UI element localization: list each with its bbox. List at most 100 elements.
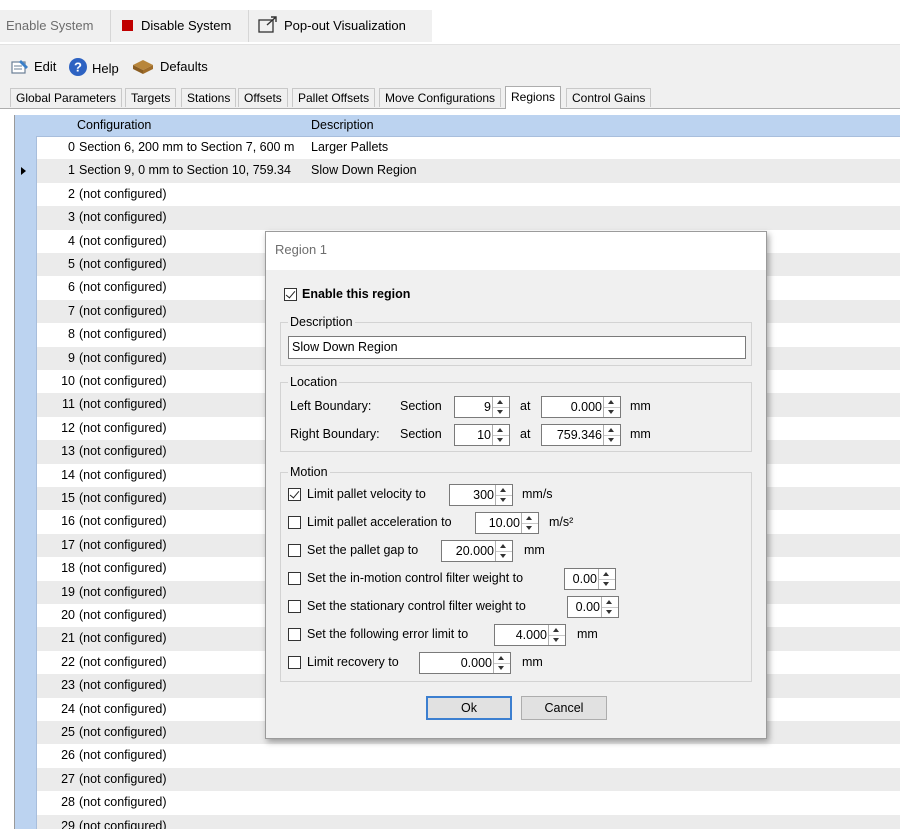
table-row[interactable]: 0 Section 6, 200 mm to Section 7, 600 m La… xyxy=(15,136,900,160)
velocity-stepper[interactable]: 300 xyxy=(449,484,513,506)
configuration-cell[interactable]: 11 (not configured) xyxy=(37,393,299,416)
in-motion-filter-stepper[interactable]: 0.00 xyxy=(564,568,616,590)
limit-acceleration-checkbox[interactable] xyxy=(288,516,301,529)
edit-button[interactable]: Edit xyxy=(10,57,56,77)
down-arrow-icon[interactable] xyxy=(493,435,509,445)
cancel-button[interactable]: Cancel xyxy=(521,696,607,720)
row-header[interactable] xyxy=(15,487,37,511)
table-row[interactable]: 3 (not configured) xyxy=(15,206,900,230)
popout-visualization-button[interactable]: Pop-out Visualization xyxy=(258,10,406,42)
pallet-gap-stepper[interactable]: 20.000 xyxy=(441,540,513,562)
left-position-stepper[interactable]: 0.000 xyxy=(541,396,621,418)
row-header[interactable] xyxy=(15,580,37,604)
description-cell[interactable]: Larger Pallets xyxy=(311,136,388,159)
down-arrow-icon[interactable] xyxy=(494,663,510,673)
right-section-stepper[interactable]: 10 xyxy=(454,424,510,446)
configuration-cell[interactable]: 7 (not configured) xyxy=(37,300,299,323)
description-cell[interactable]: Slow Down Region xyxy=(311,159,417,182)
table-row[interactable]: 29 (not configured) xyxy=(15,814,900,829)
stepper-buttons[interactable] xyxy=(492,397,509,417)
row-header[interactable] xyxy=(15,744,37,768)
configuration-cell[interactable]: 19 (not configured) xyxy=(37,581,299,604)
down-arrow-icon[interactable] xyxy=(604,407,620,417)
down-arrow-icon[interactable] xyxy=(496,551,512,561)
row-header[interactable] xyxy=(15,416,37,441)
row-header[interactable] xyxy=(15,159,37,183)
following-error-stepper[interactable]: 4.000 xyxy=(494,624,566,646)
down-arrow-icon[interactable] xyxy=(496,495,512,505)
limit-recovery-checkbox[interactable] xyxy=(288,656,301,669)
tab-move-configurations[interactable]: Move Configurations xyxy=(379,88,502,107)
down-arrow-icon[interactable] xyxy=(604,435,620,445)
table-row[interactable]: 27 (not configured) xyxy=(15,767,900,792)
tab-global-parameters[interactable]: Global Parameters xyxy=(10,88,123,107)
configuration-cell[interactable]: 23 (not configured) xyxy=(37,674,299,697)
tab-control-gains[interactable]: Control Gains xyxy=(566,88,652,107)
pallet-gap-checkbox[interactable] xyxy=(288,544,301,557)
down-arrow-icon[interactable] xyxy=(549,635,565,645)
stepper-buttons[interactable] xyxy=(548,625,565,645)
configuration-cell[interactable]: 3 (not configured) xyxy=(37,206,299,229)
configuration-cell[interactable]: 25 (not configured) xyxy=(37,721,299,744)
stepper-buttons[interactable] xyxy=(495,485,512,505)
configuration-cell[interactable]: 12 (not configured) xyxy=(37,417,299,440)
stepper-buttons[interactable] xyxy=(492,425,509,445)
column-header-description[interactable]: Description xyxy=(311,115,374,136)
enable-region-checkbox[interactable] xyxy=(284,288,297,301)
row-header[interactable] xyxy=(15,650,37,675)
configuration-cell[interactable]: 15 (not configured) xyxy=(37,487,299,510)
configuration-cell[interactable]: 2 (not configured) xyxy=(37,183,299,206)
stepper-buttons[interactable] xyxy=(598,569,615,589)
row-header[interactable] xyxy=(15,627,37,651)
column-header-configuration[interactable]: Configuration xyxy=(77,115,151,136)
row-header[interactable] xyxy=(15,253,37,277)
table-row[interactable]: 2 (not configured) xyxy=(15,182,900,207)
configuration-cell[interactable]: 26 (not configured) xyxy=(37,744,299,767)
table-row[interactable]: 26 (not configured) xyxy=(15,744,900,768)
row-header[interactable] xyxy=(15,697,37,721)
tab-targets[interactable]: Targets xyxy=(125,88,177,107)
row-header[interactable] xyxy=(15,791,37,815)
acceleration-stepper[interactable]: 10.00 xyxy=(475,512,539,534)
stepper-buttons[interactable] xyxy=(601,597,618,617)
row-header[interactable] xyxy=(15,323,37,347)
configuration-cell[interactable]: 20 (not configured) xyxy=(37,604,299,627)
configuration-cell[interactable]: 4 (not configured) xyxy=(37,230,299,253)
tab-pallet-offsets[interactable]: Pallet Offsets xyxy=(292,88,376,107)
row-header[interactable] xyxy=(15,136,37,160)
configuration-cell[interactable]: 8 (not configured) xyxy=(37,323,299,346)
row-header[interactable] xyxy=(15,604,37,628)
limit-velocity-checkbox[interactable] xyxy=(288,488,301,501)
tab-stations[interactable]: Stations xyxy=(181,88,237,107)
stepper-buttons[interactable] xyxy=(493,653,510,673)
row-header[interactable] xyxy=(15,229,37,253)
configuration-cell[interactable]: 18 (not configured) xyxy=(37,557,299,580)
row-header[interactable] xyxy=(15,206,37,230)
row-header[interactable] xyxy=(15,370,37,394)
row-header[interactable] xyxy=(15,674,37,698)
enable-system-button[interactable]: Enable System xyxy=(6,10,93,42)
in-motion-filter-checkbox[interactable] xyxy=(288,572,301,585)
row-header[interactable] xyxy=(15,346,37,370)
following-error-checkbox[interactable] xyxy=(288,628,301,641)
down-arrow-icon[interactable] xyxy=(493,407,509,417)
description-field[interactable]: Slow Down Region xyxy=(288,336,746,359)
configuration-cell[interactable]: 16 (not configured) xyxy=(37,510,299,533)
row-header[interactable] xyxy=(15,557,37,581)
configuration-cell[interactable]: 21 (not configured) xyxy=(37,627,299,650)
stationary-filter-stepper[interactable]: 0.00 xyxy=(567,596,619,618)
row-header[interactable] xyxy=(15,440,37,464)
configuration-cell[interactable]: 6 (not configured) xyxy=(37,276,299,299)
down-arrow-icon[interactable] xyxy=(522,523,538,533)
help-button[interactable]: ? Help xyxy=(68,57,119,77)
left-section-stepper[interactable]: 9 xyxy=(454,396,510,418)
configuration-cell[interactable]: 17 (not configured) xyxy=(37,534,299,557)
configuration-cell[interactable]: 0 Section 6, 200 mm to Section 7, 600 m xyxy=(37,136,299,159)
stepper-buttons[interactable] xyxy=(495,541,512,561)
limit-recovery-stepper[interactable]: 0.000 xyxy=(419,652,511,674)
table-row[interactable]: 28 (not configured) xyxy=(15,791,900,815)
tab-regions[interactable]: Regions xyxy=(505,86,562,109)
dialog-titlebar[interactable] xyxy=(266,232,766,270)
row-header[interactable] xyxy=(15,533,37,558)
disable-system-button[interactable]: Disable System xyxy=(122,10,231,42)
